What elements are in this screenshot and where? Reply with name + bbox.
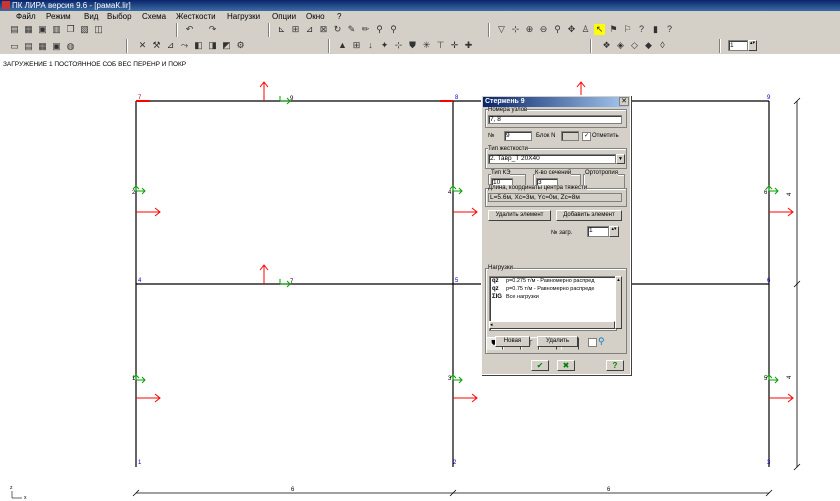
load-number-stepper[interactable]: ▴▾: [609, 226, 619, 237]
filter-checkbox[interactable]: [588, 338, 597, 347]
dimension-label: 4: [787, 192, 793, 196]
mark-label: Отметить: [592, 133, 619, 139]
axis-x-label: x: [24, 495, 27, 501]
help-button[interactable]: ?: [606, 360, 624, 371]
dimension-lines: [132, 97, 801, 497]
element-label: 6: [764, 190, 768, 196]
sections-label: К-во сечений: [535, 170, 572, 176]
node-label: 4: [138, 278, 142, 284]
node-label: 8: [455, 95, 459, 101]
scheme-canvas[interactable]: 7 8 9 4 5 6 1 2 3 9 7 2 4 6 1 3 5 6 6 4 …: [0, 0, 840, 501]
uniform-load-icon: qz: [492, 278, 499, 284]
dimension-label: 6: [291, 487, 295, 493]
ortho-group: [583, 174, 625, 189]
help-icon: ?: [612, 361, 618, 370]
nodes-field[interactable]: 7, 8: [488, 115, 622, 124]
node-label: 3: [767, 460, 771, 466]
close-icon[interactable]: ✕: [619, 97, 629, 106]
node-label: 6: [767, 278, 771, 284]
load-number-input[interactable]: 1: [587, 226, 609, 237]
cancel-button[interactable]: ✖: [557, 360, 575, 371]
number-label: №: [488, 133, 495, 139]
block-label: Блок N: [536, 133, 556, 139]
dialog-title-bar: Стержень 9: [483, 97, 629, 107]
apply-button[interactable]: ✔: [531, 360, 549, 371]
stiffness-label: Тип жесткости: [488, 146, 528, 152]
number-field[interactable]: 9: [504, 131, 532, 141]
bar-properties-dialog: Стержень 9 ✕ Номера узлов 7, 8 № 9 Блок …: [481, 95, 631, 375]
uniform-load-icon: qz: [492, 286, 499, 292]
local-axes: [132, 96, 779, 384]
element-label: 4: [448, 190, 452, 196]
stiffness-select[interactable]: 2. Тавр_Т 20Х40: [488, 154, 616, 164]
global-axes: [11, 491, 22, 499]
axis-z-label: z: [10, 485, 13, 491]
chevron-down-icon[interactable]: ▼: [616, 154, 625, 164]
dimension-label: 6: [607, 487, 611, 493]
cancel-icon: ✖: [562, 361, 570, 370]
horizontal-loads: [136, 207, 794, 403]
length-label: Длина, координаты центра тяжести: [488, 185, 588, 191]
node-label: 1: [138, 460, 142, 466]
nodes-label: Номера узлов: [488, 107, 528, 113]
dialog-title: Стержень 9: [485, 98, 525, 105]
delete-element-button[interactable]: Удалить элемент: [488, 210, 551, 221]
list-item[interactable]: ΣIG Все нагрузки: [492, 294, 539, 300]
fe-type-label: Тип КЭ: [491, 170, 511, 176]
load-text: р=0.75 т/м - Равномерно распреде: [506, 286, 595, 292]
block-field[interactable]: [561, 131, 579, 141]
horizontal-scrollbar[interactable]: ◂: [489, 321, 615, 329]
search-icon[interactable]: ⚲: [598, 336, 605, 347]
delete-load-button[interactable]: Удалить: [537, 336, 578, 347]
sum-loads-icon: ΣIG: [492, 294, 502, 300]
load-number-label: № загр.: [551, 230, 573, 236]
ortho-label: Ортотропия: [585, 170, 619, 176]
node-label: 5: [455, 278, 459, 284]
loads-label: Нагрузки: [488, 265, 513, 271]
new-load-button[interactable]: Новая: [495, 336, 530, 347]
dimension-label: 4: [787, 375, 793, 379]
load-text: Все нагрузки: [506, 294, 539, 300]
load-text: р=0.275 т/м - Равномерно распред: [506, 278, 595, 284]
list-scrollbar[interactable]: ▴: [615, 276, 622, 329]
apply-icon: ✔: [536, 361, 544, 370]
list-item[interactable]: qz р=0.275 т/м - Равномерно распред: [492, 278, 594, 284]
add-element-button[interactable]: Добавить элемент: [556, 210, 622, 221]
node-label: 2: [453, 460, 457, 466]
length-field: L=5.6м, Xc=3м, Yc=0м, Zc=8м: [488, 193, 622, 202]
list-item[interactable]: qz р=0.75 т/м - Равномерно распреде: [492, 286, 594, 292]
node-label: 9: [767, 95, 771, 101]
mark-checkbox[interactable]: ✓: [582, 132, 591, 141]
